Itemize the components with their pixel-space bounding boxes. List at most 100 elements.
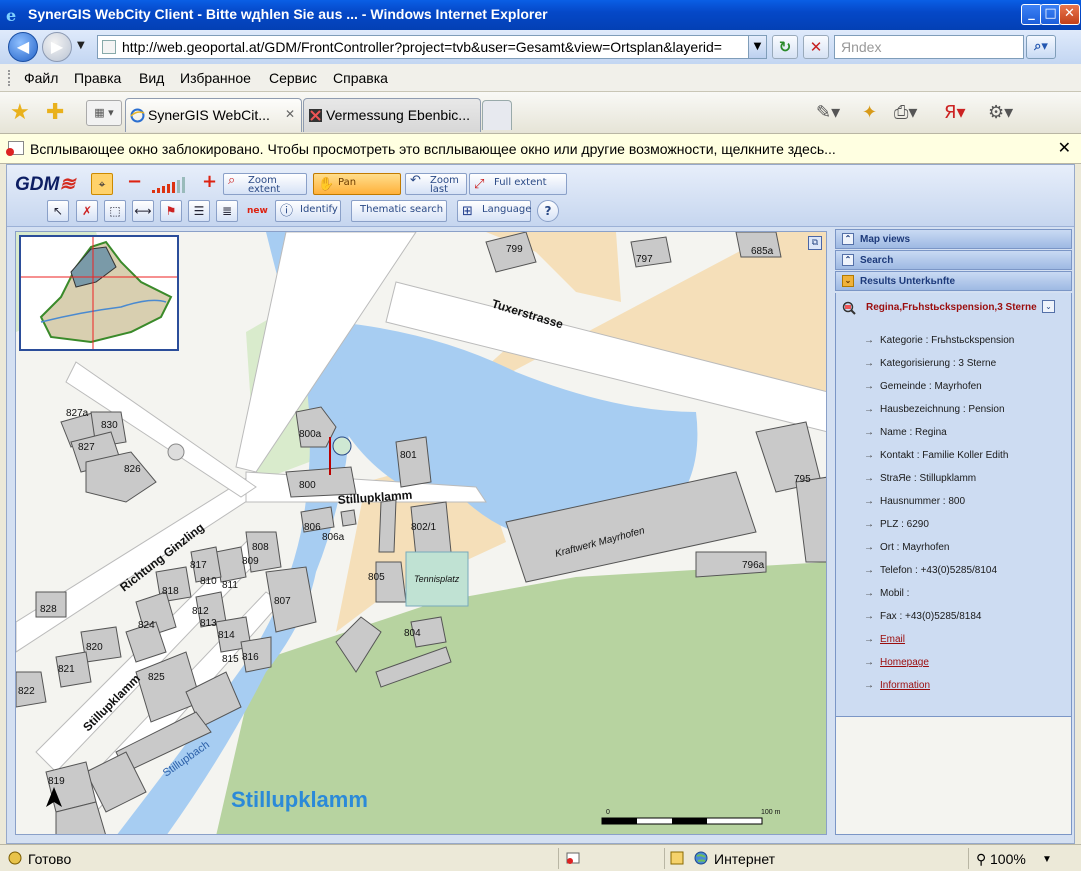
menu-tools[interactable]: Сервис <box>269 70 317 86</box>
house-number-label: 808 <box>252 542 269 553</box>
map-canvas[interactable]: Tuxerstrasse Stillupklamm Richtung Ginzl… <box>15 231 827 835</box>
popup-blocked-infobar[interactable]: Всплывающее окно заблокировано. Чтобы пр… <box>0 134 1081 164</box>
legend-tool[interactable]: ☰ <box>188 200 210 222</box>
tab-vermessung[interactable]: Vermessung Ebenbic... <box>303 98 481 132</box>
back-button[interactable]: ◀ <box>8 32 38 62</box>
menu-view[interactable]: Вид <box>139 70 164 86</box>
identify-button[interactable]: ⓘ Identify <box>275 200 341 222</box>
house-number-label: 802/1 <box>411 522 436 533</box>
zoom-level[interactable]: 100% <box>990 851 1026 867</box>
house-number-label: 810 <box>200 576 217 587</box>
protected-mode-icon[interactable] <box>670 851 684 865</box>
history-dropdown[interactable]: ▼ <box>77 40 85 51</box>
house-number-label: 799 <box>506 244 523 255</box>
select-tool-button[interactable]: ⌖ <box>91 173 113 195</box>
thematic-search-button[interactable]: Thematic search <box>351 200 447 222</box>
map-views-header[interactable]: ⌃ Map views <box>835 229 1072 249</box>
map-window-toggle-button[interactable]: ⧉ <box>808 236 822 250</box>
result-attribute-text: Gemeinde : Mayrhofen <box>880 381 982 392</box>
tab-close-icon[interactable]: ✕ <box>285 107 295 121</box>
infobar-message[interactable]: Всплывающее окно заблокировано. Чтобы пр… <box>30 141 836 157</box>
arrow-bullet-icon: → <box>864 680 874 691</box>
new-badge[interactable]: new <box>247 206 268 216</box>
side-panel: ⌃ Map views ⌃ Search ⌄ Results Unterkьnf… <box>835 227 1073 835</box>
stop-button[interactable]: ✕ <box>803 35 829 59</box>
identify-info-icon: ⓘ <box>280 204 294 219</box>
close-button[interactable]: ✕ <box>1059 4 1080 25</box>
add-favorite-icon[interactable]: ✚ <box>46 100 64 125</box>
tab-synergis[interactable]: SynerGIS WebCit... ✕ <box>125 98 302 132</box>
zoom-last-label-2: last <box>430 184 449 195</box>
feeds-icon[interactable]: ✦ <box>862 102 877 123</box>
maximize-button[interactable]: □ <box>1040 4 1061 25</box>
zoom-last-button[interactable]: ↶ Zoom last <box>405 173 467 195</box>
zoom-in-button[interactable]: + <box>202 171 217 192</box>
zoom-to-result-icon[interactable] <box>842 301 856 315</box>
minimize-button[interactable]: _ <box>1021 4 1042 25</box>
page-done-icon <box>8 851 22 865</box>
flag-tool[interactable]: ⚑ <box>160 200 182 222</box>
new-tab-button[interactable] <box>482 100 512 130</box>
result-link-label[interactable]: Email <box>880 634 905 645</box>
arrow-bullet-icon: → <box>864 542 874 553</box>
zoom-magnifier-icon[interactable]: ⚲ <box>976 851 986 868</box>
url-text[interactable]: http://web.geoportal.at/GDM/FrontControl… <box>122 39 747 55</box>
result-link[interactable]: → Homepage <box>864 657 929 668</box>
menu-help[interactable]: Справка <box>333 70 388 86</box>
result-link[interactable]: → Information <box>864 680 930 691</box>
print-icon[interactable]: ⎙▾ <box>894 102 917 123</box>
tools-gear-icon[interactable]: ⚙▾ <box>988 102 1013 123</box>
popup-blocked-status-icon[interactable] <box>566 851 580 865</box>
result-collapse-button[interactable]: ⌄ <box>1042 300 1055 313</box>
pan-button[interactable]: ✋ Pan <box>313 173 401 195</box>
search-input[interactable]: Яndex <box>834 35 1024 59</box>
favorites-star-icon[interactable]: ★ <box>10 100 30 125</box>
full-extent-button[interactable]: ⤢ Full extent <box>469 173 567 195</box>
result-attribute: → Hausnummer : 800 <box>864 496 965 507</box>
result-attribute-text: StraЯe : Stillupklamm <box>880 473 977 484</box>
url-dropdown-button[interactable]: ▼ <box>748 36 766 58</box>
menu-favorites[interactable]: Избранное <box>180 70 251 86</box>
page-menu-icon[interactable]: ✎▾ <box>816 102 840 123</box>
result-link-label[interactable]: Homepage <box>880 657 929 668</box>
help-button[interactable]: ? <box>537 200 559 222</box>
scale-start-label: 0 <box>606 809 610 816</box>
forward-button[interactable]: ▶ <box>42 32 72 62</box>
result-attribute: → PLZ : 6290 <box>864 519 929 530</box>
quick-tabs-button[interactable]: ▦ ▾ <box>86 100 122 126</box>
pointer-icon: ↖ <box>52 204 64 218</box>
clear-tool[interactable]: ✗ <box>76 200 98 222</box>
area-label: Stillupklamm <box>231 787 368 812</box>
translate-icon[interactable]: Я▾ <box>944 102 966 123</box>
result-title[interactable]: Regina,Frьhstьckspension,3 Sterne <box>866 301 1046 314</box>
gdm-logo-text: GDM <box>15 174 60 195</box>
zoom-level-indicator[interactable] <box>152 175 188 193</box>
address-field[interactable]: http://web.geoportal.at/GDM/FrontControl… <box>97 35 767 59</box>
side-panel-empty-area <box>835 717 1072 835</box>
search-header[interactable]: ⌃ Search <box>835 250 1072 270</box>
result-attribute-text: Mobil : <box>880 588 910 599</box>
zoom-extent-button[interactable]: ⌕ Zoom extent <box>223 173 307 195</box>
clear-icon: ✗ <box>81 204 93 218</box>
refresh-button[interactable]: ↻ <box>772 35 798 59</box>
house-number-label: 824 <box>138 620 155 631</box>
menu-file[interactable]: Файл <box>24 70 58 86</box>
measure-tool[interactable]: ⟷ <box>132 200 154 222</box>
search-button[interactable]: ⌕▾ <box>1026 35 1056 59</box>
zoom-dropdown-icon[interactable]: ▼ <box>1042 854 1052 865</box>
result-attribute-text: Kategorisierung : 3 Sterne <box>880 358 997 369</box>
arrow-bullet-icon: → <box>864 565 874 576</box>
results-header[interactable]: ⌄ Results Unterkьnfte <box>835 271 1072 291</box>
select-rectangle-tool[interactable]: ⬚ <box>104 200 126 222</box>
language-button[interactable]: ⊞ Language <box>457 200 531 222</box>
infobar-close-icon[interactable]: ✕ <box>1058 138 1071 157</box>
result-link[interactable]: → Email <box>864 634 905 645</box>
menu-edit[interactable]: Правка <box>74 70 121 86</box>
info-cursor-tool[interactable]: ↖ <box>47 200 69 222</box>
result-link-label[interactable]: Information <box>880 680 930 691</box>
internet-zone-globe-icon <box>694 851 708 865</box>
overview-map[interactable] <box>19 235 179 351</box>
zoom-out-button[interactable]: − <box>127 171 142 192</box>
gdm-logo: GDM≋ <box>15 173 75 196</box>
layers-tool[interactable]: ≣ <box>216 200 238 222</box>
